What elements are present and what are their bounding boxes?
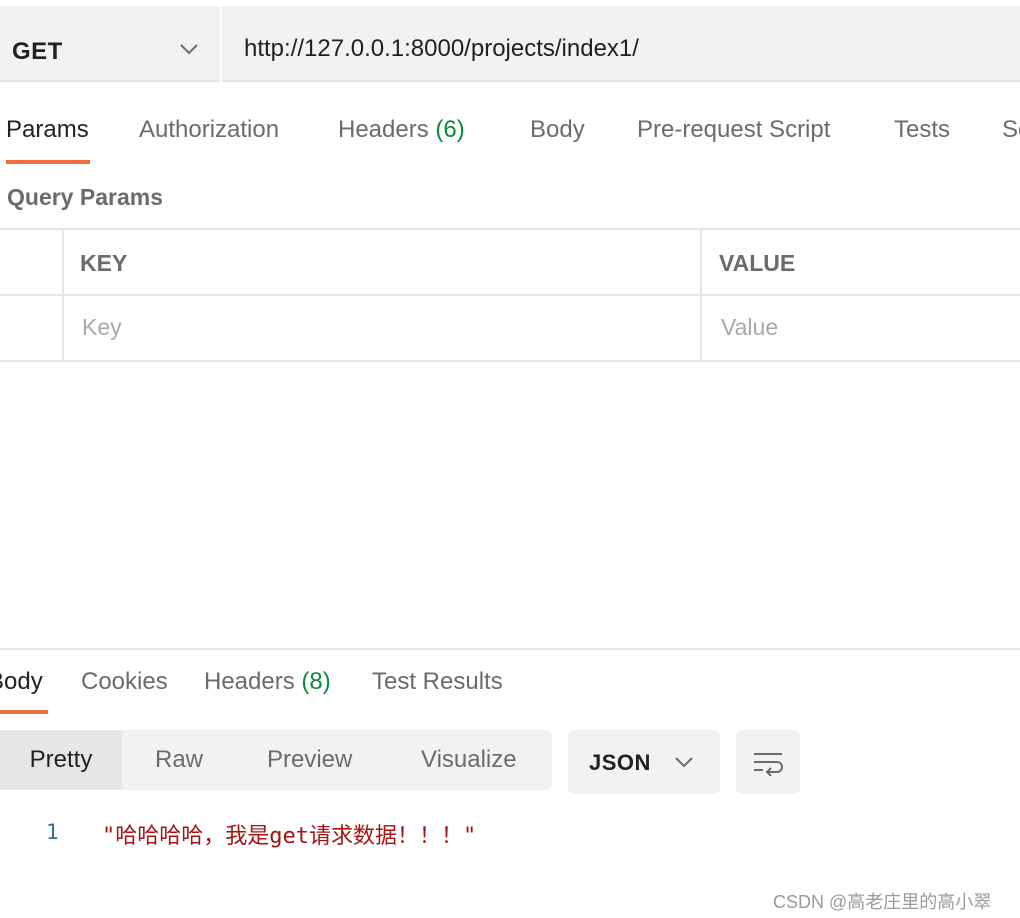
view-mode-preview[interactable]: Preview [267,730,352,790]
value-input[interactable]: Value [721,314,778,341]
tab-pre-request-script[interactable]: Pre-request Script [637,116,830,144]
active-tab-indicator [6,160,90,164]
response-headers-count: (8) [301,668,331,695]
chevron-down-icon [675,757,693,768]
tab-tests[interactable]: Tests [894,116,950,144]
url-input[interactable]: http://127.0.0.1:8000/projects/index1/ [222,6,1020,82]
table-border-header [0,294,1020,296]
response-tabs: Body Cookies Headers (8) Test Results [0,650,1020,716]
response-tab-test-results[interactable]: Test Results [372,668,503,696]
format-label: JSON [589,750,651,775]
request-url-bar: GET http://127.0.0.1:8000/projects/index… [0,0,1020,82]
key-input[interactable]: Key [82,314,122,341]
query-params-title: Query Params [7,184,163,210]
active-response-tab-indicator [0,710,48,714]
column-header-value: VALUE [719,250,796,276]
response-tab-headers[interactable]: Headers (8) [204,668,331,696]
tab-params[interactable]: Params [6,116,89,144]
column-header-key: KEY [80,250,128,276]
tab-headers[interactable]: Headers (6) [338,116,465,144]
wrap-lines-icon [754,753,783,776]
method-select[interactable]: GET [0,6,220,82]
table-col-divider [700,228,702,362]
response-body-text[interactable]: "哈哈哈哈，我是get请求数据！！！" [102,818,476,850]
tab-body[interactable]: Body [530,116,585,144]
url-text: http://127.0.0.1:8000/projects/index1/ [244,35,639,62]
watermark: CSDN @高老庄里的高小翠 [773,892,992,912]
table-border-bottom [0,360,1020,362]
response-body-line: 1 "哈哈哈哈，我是get请求数据！！！" [0,812,1020,852]
view-mode-selector: Pretty Raw Preview Visualize [0,730,552,790]
response-tab-body[interactable]: Body [0,668,43,696]
table-col-divider [62,228,64,362]
response-tab-cookies[interactable]: Cookies [81,668,168,696]
headers-count: (6) [435,116,465,143]
tab-settings[interactable]: Se [1002,116,1020,144]
request-tabs: Params Authorization Headers (6) Body Pr… [0,100,1020,164]
wrap-lines-button[interactable] [736,730,800,794]
view-mode-visualize[interactable]: Visualize [421,730,517,790]
table-border-top [0,228,1020,230]
query-params-table: KEY VALUE Key Value [0,228,1020,362]
method-label: GET [12,38,63,65]
chevron-down-icon [180,44,198,55]
view-mode-pretty[interactable]: Pretty [0,730,122,790]
view-mode-raw[interactable]: Raw [155,730,203,790]
line-number: 1 [46,820,59,844]
format-select[interactable]: JSON [568,730,720,794]
tab-authorization[interactable]: Authorization [139,116,279,144]
